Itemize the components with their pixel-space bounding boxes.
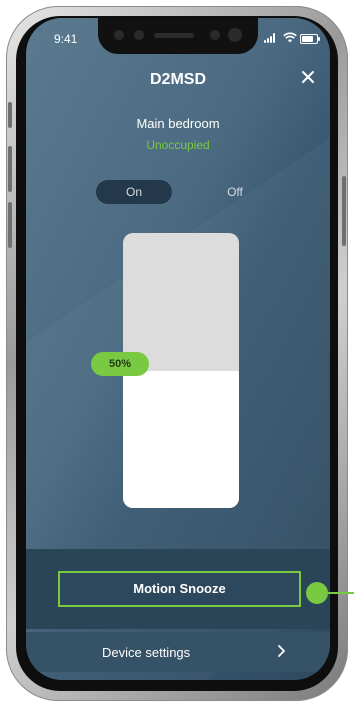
- wifi-icon: [283, 32, 297, 43]
- brightness-level-fill: [123, 370, 239, 508]
- status-bar: 9:41: [26, 18, 330, 58]
- mute-switch: [8, 102, 12, 128]
- device-settings-label: Device settings: [102, 645, 191, 660]
- toggle-on-button[interactable]: On: [96, 180, 172, 204]
- device-title: D2MSD: [149, 71, 206, 88]
- status-time: 9:41: [54, 32, 78, 46]
- app-screen: 9:41 D2MSD Main bedroom Unoccupied On Of…: [26, 18, 330, 680]
- battery-icon: [300, 34, 320, 44]
- device-settings-row[interactable]: Device settings: [26, 632, 330, 672]
- toggle-off-button[interactable]: Off: [212, 180, 258, 204]
- brightness-level-badge: 50%: [91, 352, 149, 376]
- volume-down-button: [8, 202, 12, 248]
- room-name: Main bedroom: [136, 116, 220, 131]
- callout-line: [328, 592, 354, 594]
- callout-marker-icon: [306, 582, 328, 604]
- volume-up-button: [8, 146, 12, 192]
- close-icon[interactable]: [298, 67, 318, 87]
- chevron-right-icon: [278, 645, 285, 657]
- signal-icon: [264, 33, 278, 43]
- occupancy-status: Unoccupied: [146, 138, 210, 152]
- motion-snooze-button[interactable]: Motion Snooze: [58, 571, 301, 607]
- power-button: [342, 176, 346, 246]
